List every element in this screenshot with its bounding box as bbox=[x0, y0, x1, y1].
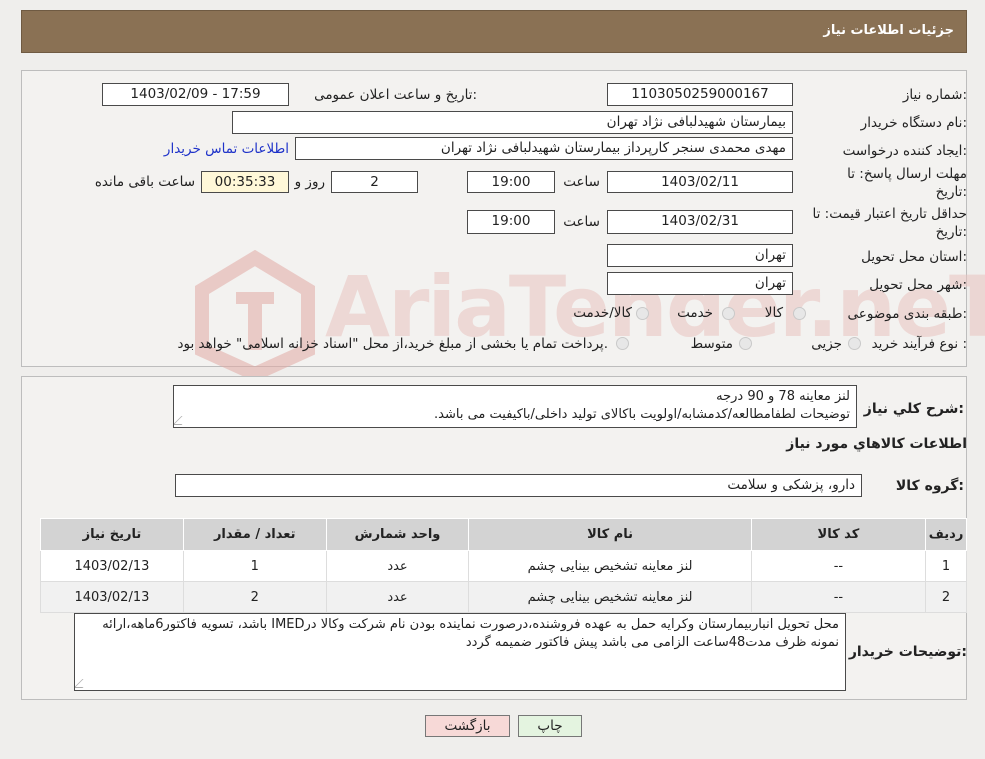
resize-grip-icon[interactable] bbox=[75, 679, 92, 688]
deadline-time-label: ساعت bbox=[563, 174, 600, 190]
days-label: روز و bbox=[294, 174, 325, 190]
creator-field: مهدی محمدی سنجر کارپرداز بیمارستان شهیدل… bbox=[295, 137, 793, 160]
deadline-label-2: تاریخ: bbox=[935, 184, 967, 200]
days-field: 2 bbox=[331, 171, 418, 193]
col-qty: تعداد / مقدار bbox=[182, 518, 327, 551]
category-service-radio[interactable] bbox=[722, 307, 735, 320]
cell-index: 2 bbox=[925, 581, 967, 613]
category-service-label: خدمت bbox=[677, 305, 713, 321]
page-title: جزئیات اطلاعات نیاز bbox=[823, 23, 954, 38]
deadline-label: مهلت ارسال پاسخ: تا bbox=[847, 166, 967, 182]
announce-label: تاریخ و ساعت اعلان عمومی: bbox=[314, 87, 477, 103]
goods-section-title: اطلاعات کالاهاي مورد نياز bbox=[786, 436, 967, 452]
cell-name: لنز معاینه تشخیص بینایی چشم bbox=[468, 581, 752, 613]
city-label: شهر محل تحویل: bbox=[869, 277, 967, 293]
purchase-minor-label: جزیی bbox=[811, 336, 842, 352]
category-goods-service-radio[interactable] bbox=[636, 307, 649, 320]
purchase-medium-radio[interactable] bbox=[739, 337, 752, 350]
cell-unit: عدد bbox=[325, 550, 470, 582]
purchase-type-label: نوع فرآیند خرید : bbox=[871, 336, 967, 352]
items-table: رديف کد کالا نام کالا واحد شمارش تعداد /… bbox=[40, 518, 967, 613]
table-row: 1 -- لنز معاینه تشخیص بینایی چشم عدد 1 1… bbox=[40, 550, 967, 582]
city-field: تهران bbox=[607, 272, 793, 295]
cell-name: لنز معاینه تشخیص بینایی چشم bbox=[468, 550, 752, 582]
col-row-number: رديف bbox=[925, 518, 967, 551]
province-field: تهران bbox=[607, 244, 793, 267]
summary-line-2: توضیحات لطفامطالعه/کدمشابه/اولویت باکالا… bbox=[434, 407, 850, 422]
category-goods-radio[interactable] bbox=[793, 307, 806, 320]
summary-line-1: لنز معاینه 78 و 90 درجه bbox=[716, 389, 850, 404]
creator-label: ایجاد کننده درخواست: bbox=[842, 143, 967, 159]
validity-time-field: 19:00 bbox=[467, 210, 555, 234]
validity-date-field: 1403/02/31 bbox=[607, 210, 793, 234]
col-date: تاريخ نياز bbox=[40, 518, 184, 551]
cell-unit: عدد bbox=[325, 581, 470, 613]
purchase-note: پرداخت تمام یا بخشی از مبلغ خرید،از محل … bbox=[177, 336, 608, 352]
deadline-time-field: 19:00 bbox=[467, 171, 555, 193]
remaining-time-field: 00:35:33 bbox=[201, 171, 289, 193]
purchase-minor-radio[interactable] bbox=[848, 337, 861, 350]
cell-date: 1403/02/13 bbox=[40, 550, 184, 582]
back-button[interactable]: بازگشت bbox=[425, 715, 510, 737]
buyer-contact-link[interactable]: اطلاعات تماس خریدار bbox=[164, 141, 289, 157]
category-goods-label: کالا bbox=[764, 305, 783, 321]
cell-code: -- bbox=[750, 581, 927, 613]
cell-qty: 1 bbox=[182, 550, 327, 582]
validity-time-label: ساعت bbox=[563, 214, 600, 230]
goods-group-label: گروه کالا: bbox=[895, 478, 964, 494]
province-label: استان محل تحویل: bbox=[861, 249, 967, 265]
summary-label: شرح کلي نياز: bbox=[863, 401, 964, 417]
treasury-checkbox[interactable] bbox=[616, 337, 629, 350]
page-header: جزئیات اطلاعات نیاز bbox=[21, 10, 967, 53]
summary-textarea[interactable]: لنز معاینه 78 و 90 درجه توضیحات لطفامطال… bbox=[173, 385, 857, 428]
print-button[interactable]: چاپ bbox=[518, 715, 582, 737]
validity-label-2: تاریخ: bbox=[935, 224, 967, 240]
col-code: کد کالا bbox=[750, 518, 927, 551]
items-table-header: رديف کد کالا نام کالا واحد شمارش تعداد /… bbox=[40, 518, 967, 551]
table-row: 2 -- لنز معاینه تشخیص بینایی چشم عدد 2 1… bbox=[40, 581, 967, 613]
need-number-field: 1103050259000167 bbox=[607, 83, 793, 106]
validity-label: حداقل تاریخ اعتبار قیمت: تا bbox=[812, 206, 967, 222]
goods-group-field: دارو، پزشکی و سلامت bbox=[175, 474, 862, 497]
buyer-org-field: بیمارستان شهیدلبافی نژاد تهران bbox=[232, 111, 793, 134]
category-label: طبقه بندی موضوعی: bbox=[847, 306, 967, 322]
cell-qty: 2 bbox=[182, 581, 327, 613]
col-name: نام کالا bbox=[468, 518, 752, 551]
announce-field: 1403/02/09 - 17:59 bbox=[102, 83, 289, 106]
cell-code: -- bbox=[750, 550, 927, 582]
deadline-date-field: 1403/02/11 bbox=[607, 171, 793, 193]
buyer-org-label: نام دستگاه خریدار: bbox=[860, 115, 967, 131]
buyer-notes-text: محل تحویل انباربیمارستان وکرایه حمل به ع… bbox=[102, 617, 839, 650]
need-number-label: شماره نیاز: bbox=[902, 87, 967, 103]
category-goods-service-label: کالا/خدمت bbox=[573, 305, 632, 321]
cell-date: 1403/02/13 bbox=[40, 581, 184, 613]
remaining-label: ساعت باقی مانده bbox=[94, 174, 195, 190]
buyer-notes-textarea[interactable]: محل تحویل انباربیمارستان وکرایه حمل به ع… bbox=[74, 613, 846, 691]
purchase-medium-label: متوسط bbox=[690, 336, 733, 352]
col-unit: واحد شمارش bbox=[325, 518, 470, 551]
cell-index: 1 bbox=[925, 550, 967, 582]
buyer-notes-label: توضيحات خريدار: bbox=[848, 644, 967, 660]
